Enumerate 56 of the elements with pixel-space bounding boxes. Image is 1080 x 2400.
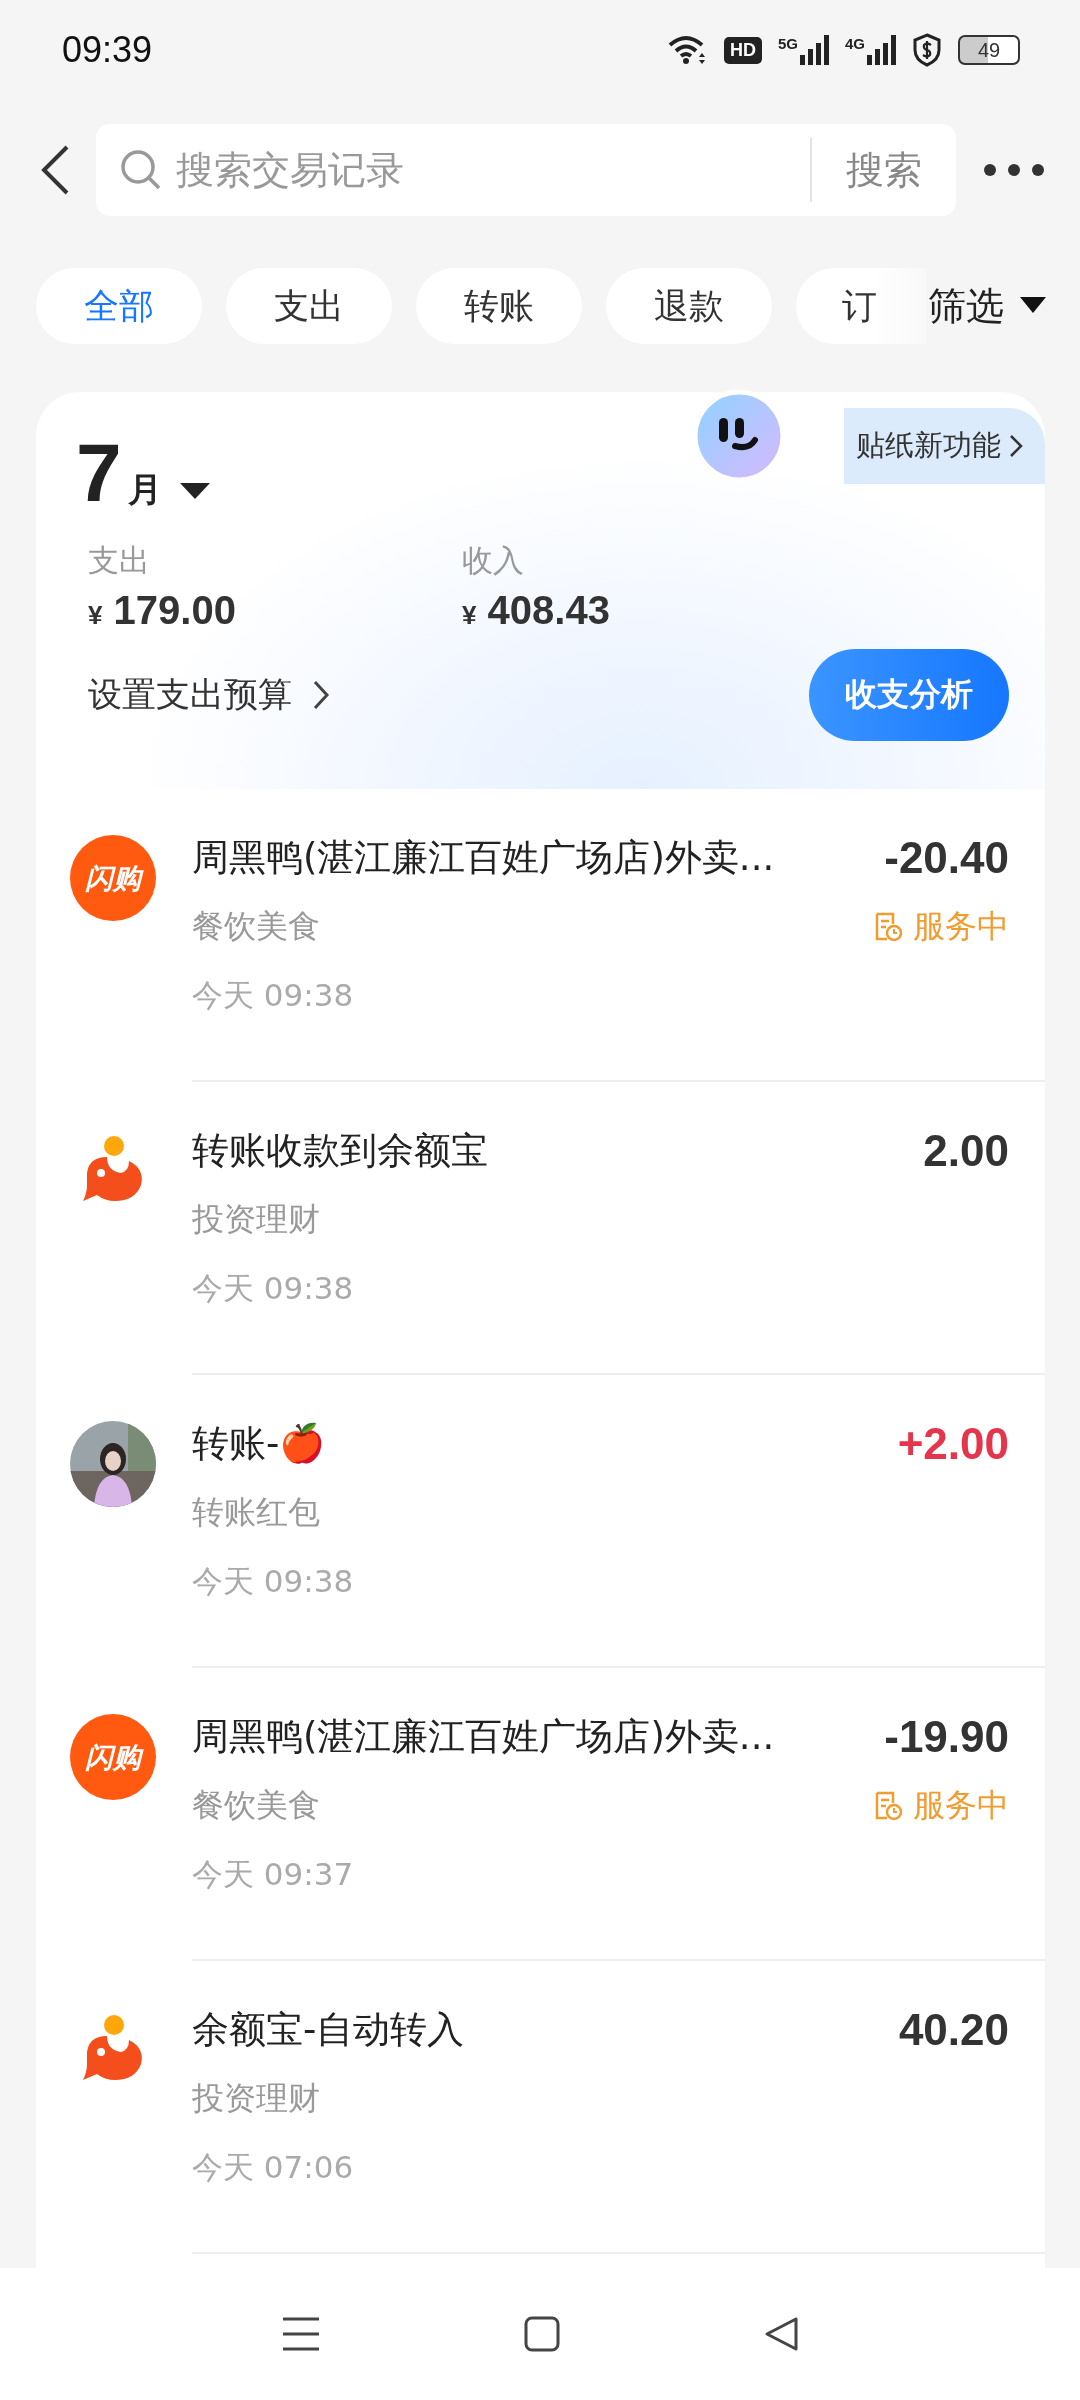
transaction-time: 今天 09:38 [192,976,355,1015]
hd-icon: HD [723,36,762,64]
wifi-icon [667,35,708,65]
search-field[interactable]: 搜索交易记录 搜索 [96,124,956,216]
back-nav-icon[interactable] [762,2316,799,2352]
sticker-banner[interactable]: 贴纸新功能 [844,408,1045,484]
service-status: 服务中 [873,905,1009,949]
receipt-icon [873,1791,903,1821]
transaction-time: 今天 09:38 [192,1269,355,1308]
transaction-time: 今天 07:06 [192,2148,355,2187]
transaction-category: 餐饮美食 [192,906,320,947]
menu-icon[interactable] [281,2316,322,2352]
transaction-time: 今天 09:37 [192,1855,355,1894]
filter-chip[interactable]: 转账 [416,268,582,344]
transaction-title[interactable]: 周黑鸭(湛江廉江百姓广场店)外卖... [192,1712,775,1762]
income-label: 收入 [462,541,525,580]
transaction-time: 今天 09:38 [192,1562,355,1601]
transaction-amount: -20.40 [884,833,1009,883]
transaction-amount: -19.90 [884,1712,1009,1762]
expense-label: 支出 [88,541,151,580]
filter-button[interactable]: 筛选 [926,268,1020,344]
filter-chip[interactable]: 全部 [36,268,202,344]
service-status: 服务中 [873,1784,1009,1828]
back-icon[interactable] [40,144,70,196]
shield-icon [912,33,942,67]
more-icon[interactable] [982,162,1046,178]
transaction-title[interactable]: 转账收款到余额宝 [192,1126,488,1176]
home-icon[interactable] [524,2316,560,2352]
search-button[interactable]: 搜索 [824,144,956,196]
caret-icon[interactable] [1020,297,1046,315]
month-selector[interactable]: 7 月 [76,432,210,514]
transaction-title[interactable]: 余额宝-自动转入 [192,2005,465,2055]
expense-amount: ¥ 179.00 [88,588,237,633]
battery-icon: 49 [958,35,1020,65]
transaction-category: 餐饮美食 [192,1785,320,1826]
transaction-category: 投资理财 [192,1199,320,1240]
transaction-title[interactable]: 周黑鸭(湛江廉江百姓广场店)外卖... [192,833,775,883]
budget-link[interactable]: 设置支出预算 [88,672,292,718]
chevron-right-icon [1009,434,1023,458]
status-time: 09:39 [62,29,153,71]
caret-icon [179,483,210,501]
transaction-amount: 40.20 [898,2005,1009,2055]
receipt-icon [873,912,903,942]
search-icon [120,149,162,191]
chevron-right-icon [312,679,330,711]
transaction-category: 转账红包 [192,1492,320,1533]
transaction-amount: +2.00 [897,1419,1009,1469]
shop-logo-icon: 闪购 [70,1714,156,1800]
income-amount: ¥ 408.43 [462,588,611,633]
transaction-category: 投资理财 [192,2078,320,2119]
transaction-amount: 2.00 [923,1126,1009,1176]
filter-chip[interactable]: 退款 [606,268,772,344]
shop-logo-icon: 闪购 [70,835,156,921]
filter-chip[interactable]: 支出 [226,268,392,344]
transaction-title[interactable]: 转账-🍎 [192,1419,326,1469]
analysis-button[interactable]: 收支分析 [809,649,1009,741]
